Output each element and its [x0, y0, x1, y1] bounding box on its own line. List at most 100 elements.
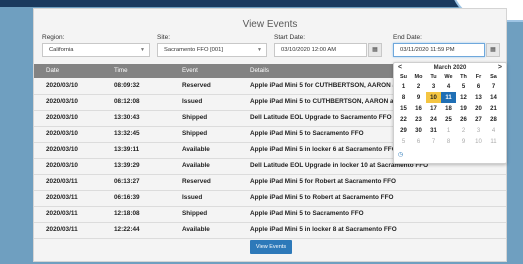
cell-event: Shipped	[182, 210, 208, 217]
calendar-day[interactable]: 9	[456, 136, 471, 147]
view-events-button[interactable]: View Events	[250, 240, 292, 254]
calendar-day[interactable]: 24	[426, 114, 441, 125]
calendar-day[interactable]: 15	[396, 103, 411, 114]
region-select[interactable]: California ▼	[42, 43, 150, 57]
cell-event: Available	[182, 146, 210, 153]
cell-details: Apple iPad Mini 5 in locker 8 at Sacrame…	[250, 226, 397, 233]
date-picker-popup: < March 2020 > Su Mo Tu We Th Fr Sa 1 2 3 4 5 6 7 8 9 10…	[393, 62, 507, 164]
calendar-day[interactable]: 3	[471, 125, 486, 136]
calendar-icon[interactable]: ▦	[368, 43, 382, 57]
calendar-day[interactable]: 31	[426, 125, 441, 136]
cell-time: 13:39:29	[114, 162, 140, 169]
weekday-label: Fr	[475, 74, 482, 80]
calendar-day[interactable]: 18	[441, 103, 456, 114]
cell-details: Apple iPad Mini 5 to Robert at Sacrament…	[250, 194, 394, 201]
calendar-day[interactable]: 13	[471, 92, 486, 103]
cell-date: 2020/03/10	[46, 82, 78, 89]
calendar-grid: Su Mo Tu We Th Fr Sa 1 2 3 4 5 6 7 8 9 10 11 12 13 14 15 16 17 1…	[396, 73, 501, 147]
calendar-day[interactable]: 26	[456, 114, 471, 125]
cell-time: 06:13:27	[114, 178, 140, 185]
table-row: 2020/03/11 06:13:27 Reserved Apple iPad Min…	[34, 174, 506, 191]
calendar-day[interactable]: 29	[396, 125, 411, 136]
cell-details: Apple iPad Mini 5 to Sacramento FFO	[250, 130, 364, 137]
end-date-input[interactable]: 03/11/2020 11:59 PM	[393, 43, 485, 57]
calendar-day[interactable]: 25	[441, 114, 456, 125]
cell-date: 2020/03/10	[46, 162, 78, 169]
cell-event: Available	[182, 162, 210, 169]
cell-date: 2020/03/11	[46, 226, 78, 233]
start-date-label: Start Date:	[274, 34, 306, 41]
cell-event: Issued	[182, 98, 203, 105]
weekday-label: Mo	[414, 74, 423, 80]
cell-time: 13:32:45	[114, 130, 140, 137]
calendar-day[interactable]: 14	[486, 92, 501, 103]
calendar-day[interactable]: 30	[411, 125, 426, 136]
calendar-day[interactable]: 8	[396, 92, 411, 103]
calendar-day[interactable]: 28	[486, 114, 501, 125]
calendar-day[interactable]: 7	[426, 136, 441, 147]
cell-time: 13:39:11	[114, 146, 140, 153]
calendar-day[interactable]: 21	[486, 103, 501, 114]
calendar-day[interactable]: 4	[441, 81, 456, 92]
calendar-day[interactable]: 1	[396, 81, 411, 92]
page-title: View Events	[242, 19, 298, 30]
cell-date: 2020/03/11	[46, 194, 78, 201]
cell-event: Reserved	[182, 82, 211, 89]
site-select[interactable]: Sacramento FFO [001] ▼	[157, 43, 267, 57]
column-header-event: Event	[182, 67, 198, 74]
calendar-day[interactable]: 10	[471, 136, 486, 147]
region-value: California	[49, 47, 74, 53]
site-label: Site:	[157, 34, 171, 41]
calendar-day[interactable]: 2	[456, 125, 471, 136]
calendar-day[interactable]: 22	[396, 114, 411, 125]
calendar-day[interactable]: 11	[486, 136, 501, 147]
start-date-input[interactable]: 03/10/2020 12:00 AM	[274, 43, 367, 57]
weekday-label: Sa	[490, 74, 497, 80]
cell-event: Shipped	[182, 114, 208, 121]
calendar-day[interactable]: 10	[426, 92, 441, 103]
cell-details: Apple iPad Mini 5 to Sacramento FFO	[250, 210, 364, 217]
calendar-icon[interactable]: ▦	[486, 43, 500, 57]
calendar-day[interactable]: 6	[411, 136, 426, 147]
calendar-day[interactable]: 5	[396, 136, 411, 147]
calendar-day[interactable]: 27	[471, 114, 486, 125]
calendar-day[interactable]: 5	[456, 81, 471, 92]
calendar-day[interactable]: 23	[411, 114, 426, 125]
chevron-down-icon: ▼	[257, 47, 262, 53]
calendar-day[interactable]: 4	[486, 125, 501, 136]
cell-time: 12:18:08	[114, 210, 140, 217]
cell-event: Shipped	[182, 130, 208, 137]
weekday-label: Su	[399, 74, 408, 80]
cell-details: Apple iPad Mini 5 in locker 6 at Sacrame…	[250, 146, 397, 153]
calendar-day[interactable]: 2	[411, 81, 426, 92]
clock-icon[interactable]: ◷	[398, 151, 403, 158]
calendar-day[interactable]: 8	[441, 136, 456, 147]
calendar-month-label: March 2020	[433, 65, 467, 71]
calendar-day[interactable]: 3	[426, 81, 441, 92]
calendar-day[interactable]: 16	[411, 103, 426, 114]
end-date-label: End Date:	[393, 34, 422, 41]
calendar-day[interactable]: 19	[456, 103, 471, 114]
chevron-down-icon: ▼	[140, 47, 145, 53]
weekday-label: Tu	[430, 74, 437, 80]
column-header-details: Details	[250, 67, 269, 74]
cell-event: Issued	[182, 194, 203, 201]
cell-event: Available	[182, 226, 210, 233]
calendar-day[interactable]: 7	[486, 81, 501, 92]
calendar-day[interactable]: 20	[471, 103, 486, 114]
column-header-time: Time	[114, 67, 128, 74]
cell-date: 2020/03/11	[46, 178, 78, 185]
cell-time: 06:16:39	[114, 194, 140, 201]
next-month-icon[interactable]: >	[498, 63, 502, 73]
table-row: 2020/03/11 12:22:44 Available Apple iPad Mi…	[34, 222, 506, 239]
cell-time: 12:22:44	[114, 226, 140, 233]
calendar-day[interactable]: 12	[456, 92, 471, 103]
cell-date: 2020/03/10	[46, 98, 78, 105]
calendar-day[interactable]: 9	[411, 92, 426, 103]
calendar-day[interactable]: 11	[441, 92, 456, 103]
calendar-day[interactable]: 6	[471, 81, 486, 92]
cell-time: 08:12:08	[114, 98, 140, 105]
column-header-date: Date	[46, 67, 60, 74]
calendar-day[interactable]: 1	[441, 125, 456, 136]
calendar-day[interactable]: 17	[426, 103, 441, 114]
